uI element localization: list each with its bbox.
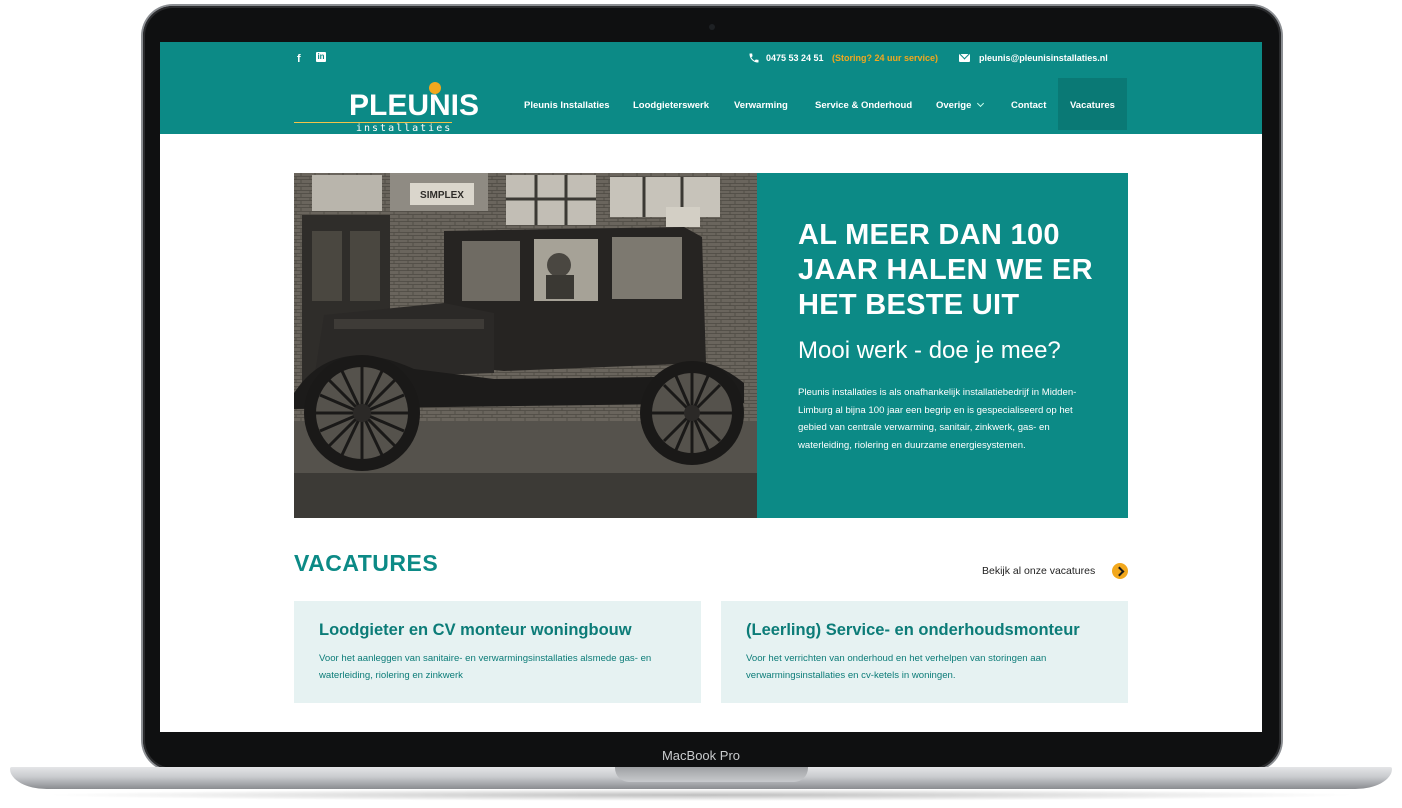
hero-body: Pleunis installaties is als onafhankelij… — [798, 387, 1077, 451]
vacancy-title[interactable]: (Leerling) Service- en onderhoudsmonteur — [746, 621, 1080, 640]
email-link[interactable]: pleunis@pleunisinstallaties.nl — [979, 53, 1108, 63]
laptop-shadow — [40, 789, 1362, 801]
wheel — [640, 361, 744, 465]
nav-item-service-onderhoud[interactable]: Service & Onderhoud — [815, 78, 912, 130]
nav-item-contact[interactable]: Contact — [1011, 78, 1046, 130]
arrow-right-icon[interactable] — [1112, 563, 1128, 579]
browser-screen: f in 0475 53 24 51 (Storing? 24 uur serv… — [160, 42, 1262, 732]
nav-item-pleunis-installaties[interactable]: Pleunis Installaties — [524, 78, 610, 130]
chevron-down-icon — [977, 99, 985, 108]
phone-number[interactable]: 0475 53 24 51 — [766, 53, 824, 63]
vacancy-card[interactable]: (Leerling) Service- en onderhoudsmonteur… — [721, 601, 1128, 703]
mail-icon — [959, 54, 970, 62]
laptop-notch — [615, 767, 808, 782]
camera-icon — [709, 24, 715, 30]
nav-item-loodgieterswerk[interactable]: Loodgieterswerk — [633, 78, 709, 130]
vintage-car-photo: SIMPLEX — [294, 173, 757, 518]
section-title-vacatures: VACATURES — [294, 550, 439, 576]
hero-panel: AL MEER DAN 100 JAAR HALEN WE ER HET BES… — [757, 173, 1128, 518]
hero-subtitle: Mooi werk - doe je mee? — [798, 337, 1061, 364]
vacancy-title[interactable]: Loodgieter en CV monteur woningbouw — [319, 621, 632, 640]
logo-subtitle: installaties — [356, 123, 453, 134]
wheel — [304, 355, 420, 471]
nav-item-overige-label: Overige — [936, 100, 972, 111]
hero-title: AL MEER DAN 100 JAAR HALEN WE ER HET BES… — [798, 219, 1093, 321]
site-logo[interactable]: PLEUNIS installaties — [294, 82, 479, 134]
facebook-icon[interactable]: f — [297, 53, 301, 65]
logo-name: PLEUNIS — [349, 89, 480, 122]
device-label: MacBook Pro — [661, 748, 741, 763]
linkedin-icon[interactable]: in — [316, 52, 326, 62]
vacancy-description: Voor het verrichten van onderhoud en het… — [746, 653, 1047, 681]
nav-item-verwarming[interactable]: Verwarming — [734, 78, 788, 130]
svg-text:SIMPLEX: SIMPLEX — [420, 190, 464, 201]
all-vacancies-link[interactable]: Bekijk al onze vacatures — [982, 565, 1095, 577]
nav-item-overige[interactable]: Overige — [936, 78, 985, 130]
storing-link[interactable]: (Storing? 24 uur service) — [832, 53, 938, 63]
hero-photo: SIMPLEX — [294, 173, 757, 518]
nav-item-vacatures[interactable]: Vacatures — [1058, 78, 1127, 130]
vacancy-card[interactable]: Loodgieter en CV monteur woningbouw Voor… — [294, 601, 701, 703]
vacancy-description: Voor het aanleggen van sanitaire- en ver… — [319, 653, 652, 681]
site-header: f in 0475 53 24 51 (Storing? 24 uur serv… — [160, 42, 1262, 134]
phone-icon — [749, 53, 759, 63]
top-bar: f in 0475 53 24 51 (Storing? 24 uur serv… — [160, 42, 1262, 78]
